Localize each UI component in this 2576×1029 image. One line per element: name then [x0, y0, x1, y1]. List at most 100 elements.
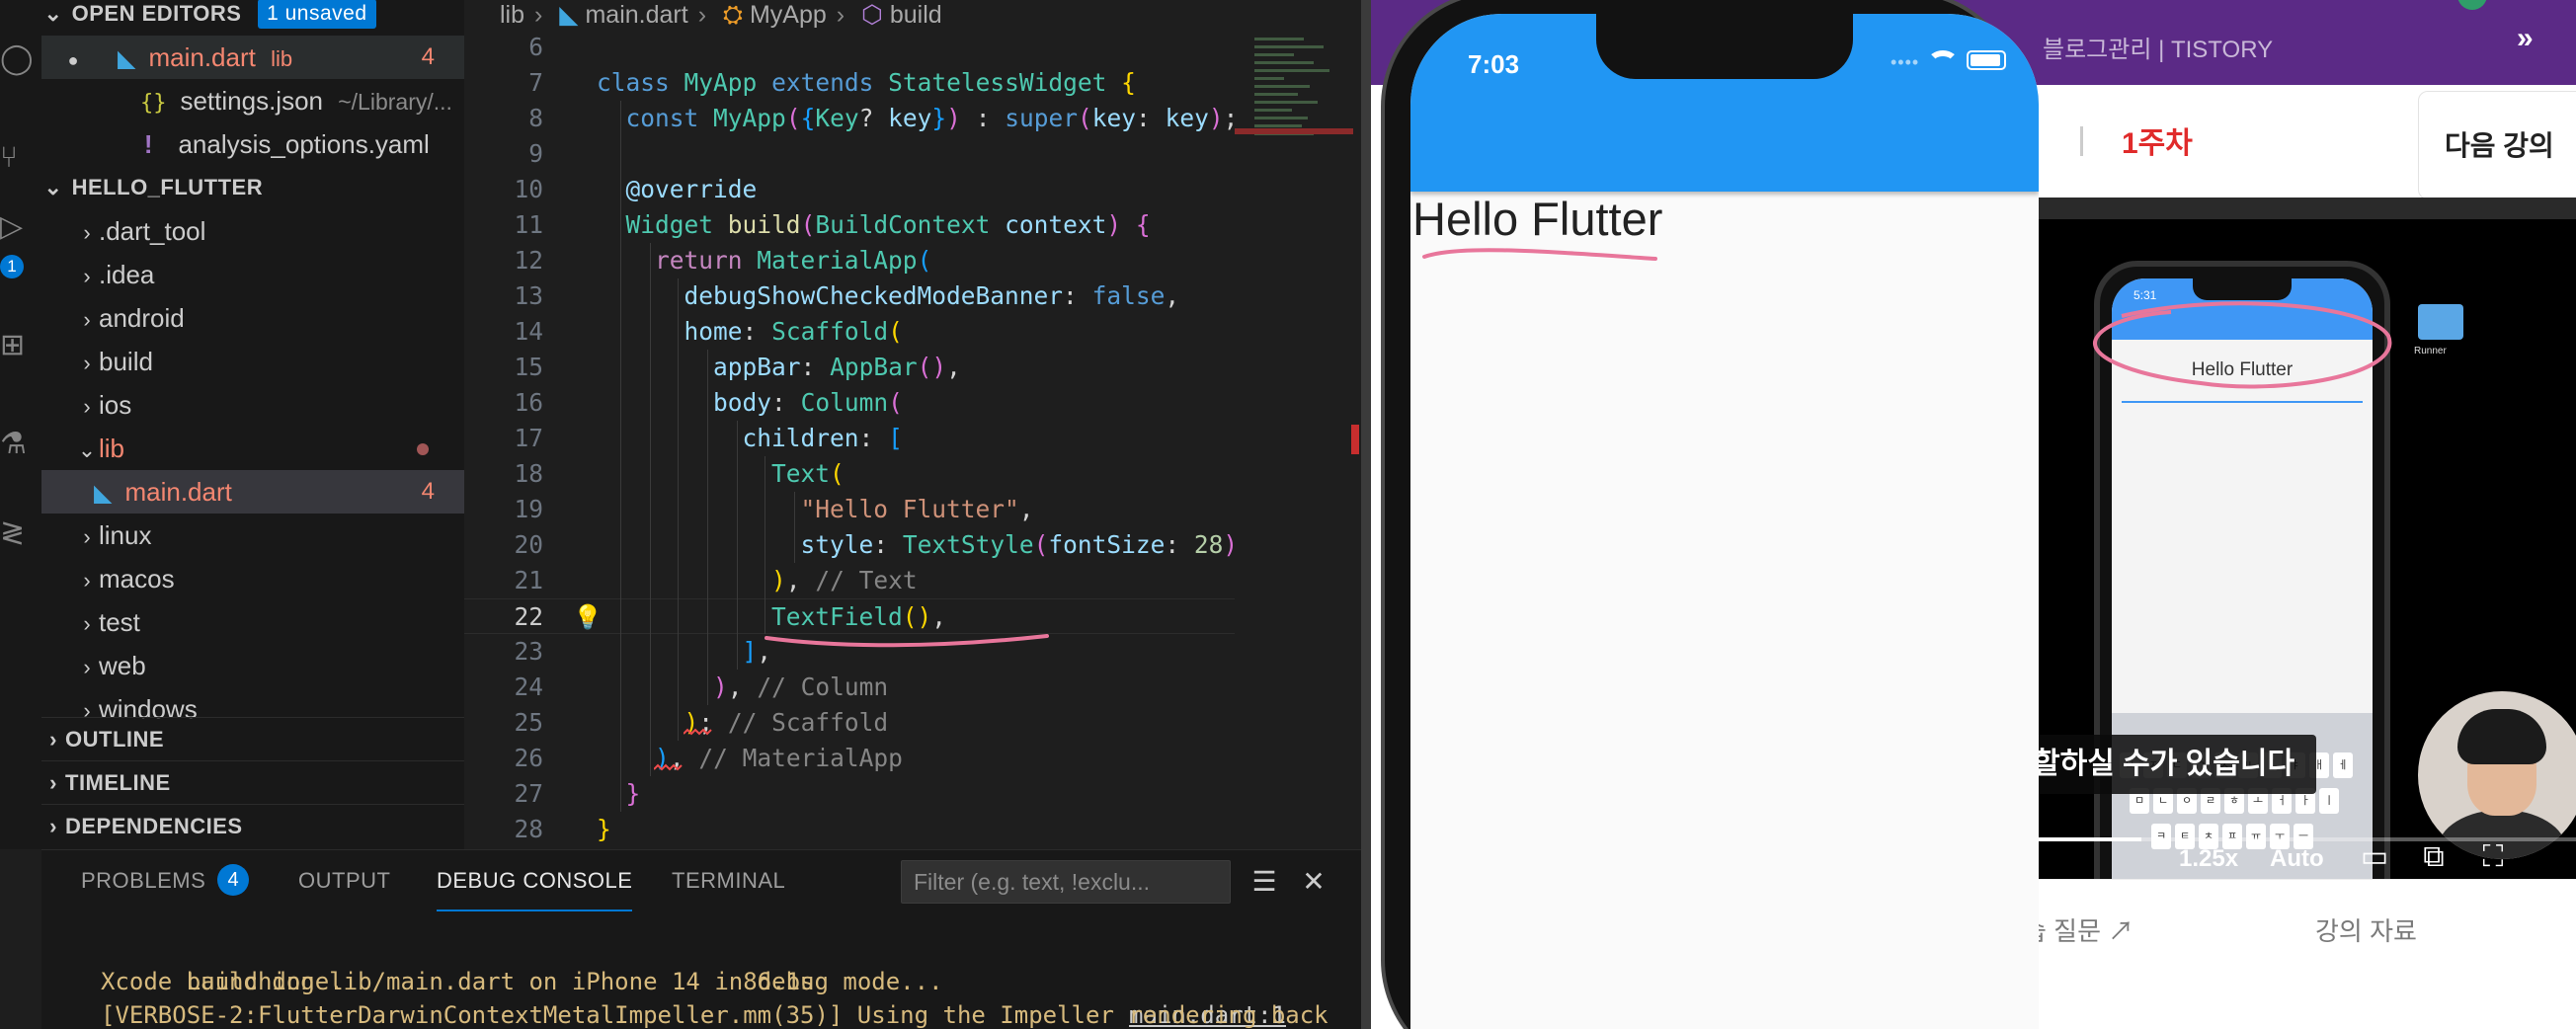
minimap[interactable] — [1235, 30, 1353, 849]
chevron-down-icon: ⌄ — [43, 1, 63, 26]
external-link-icon: ↗ — [2108, 916, 2134, 946]
yaml-file-icon: ! — [143, 129, 153, 159]
word-wrap-icon[interactable]: ☰ — [1247, 864, 1282, 900]
extensions-icon[interactable]: ⊞ — [0, 326, 41, 365]
dart-file-icon: ◣ — [94, 480, 113, 507]
iphone-simulator-screen[interactable]: 7:03 •••• Hello Flutter — [1410, 14, 2039, 1029]
materials-link[interactable]: 강의 자료 — [2315, 911, 2417, 948]
browser-tab-title[interactable]: 블로그관리 | TISTORY — [2043, 30, 2273, 64]
code-line: 26 ), // MaterialApp — [514, 744, 903, 772]
indent-guide — [650, 243, 651, 776]
folder-linux[interactable]: › linux — [41, 514, 464, 557]
folder-ios[interactable]: › ios — [41, 383, 464, 427]
close-icon[interactable]: ✕ — [1296, 864, 1331, 900]
video-caption: 할하실 수가 있습니다 — [2023, 735, 2317, 794]
error-squiggle — [654, 763, 683, 771]
subtitles-icon[interactable]: ▭ — [2357, 839, 2392, 875]
playback-speed[interactable]: 1.25x — [2179, 845, 2238, 873]
video-folder-icon — [2418, 304, 2463, 340]
folder-test[interactable]: › test — [41, 600, 464, 644]
chevron-right-icon: › — [83, 264, 91, 288]
timeline-header[interactable]: › TIMELINE — [41, 760, 464, 804]
problems-badge: 4 — [217, 864, 250, 896]
open-editor-settings-json[interactable]: {} settings.json ~/Library/... — [41, 79, 464, 122]
breadcrumb-class[interactable]: MyApp — [750, 1, 827, 29]
annotation-underline — [765, 634, 1049, 648]
code-line: 19 "Hello Flutter", — [514, 495, 1034, 523]
unsaved-dot-icon[interactable]: ● — [41, 39, 105, 79]
dart-file-icon: ◣ — [559, 1, 579, 29]
folder-dart-tool[interactable]: › .dart_tool — [41, 209, 464, 253]
folder-windows[interactable]: › windows — [41, 687, 464, 721]
video-player[interactable]: 5:31 Hello Flutter ㅂㅈㄷㄱㅅㅛㅕㅑㅐㅔ ㅁㄴㅇㄹㅎㅗㅓㅏㅣ … — [2023, 198, 2576, 879]
tab-debug-console[interactable]: DEBUG CONSOLE — [437, 850, 633, 911]
chevron-right-icon: › — [83, 524, 91, 549]
video-folder-label: Runner — [2414, 346, 2447, 356]
code-line: 8 const MyApp({Key? key}) : super(key: k… — [528, 104, 1239, 132]
bottom-panel: PROBLEMS 4 OUTPUT DEBUG CONSOLE TERMINAL … — [41, 849, 1361, 1029]
folder-macos[interactable]: › macos — [41, 557, 464, 600]
chevron-right-icon: › — [83, 307, 91, 332]
folder-build[interactable]: › build — [41, 340, 464, 383]
dependencies-header[interactable]: › DEPENDENCIES — [41, 804, 464, 847]
tab-overflow-icon[interactable]: » — [2517, 22, 2534, 55]
chevron-right-icon: › — [49, 727, 57, 752]
code-editor[interactable]: 6 7 class MyApp extends StatelessWidget {… — [464, 30, 1361, 849]
activity-bar: ◯ ⑂ ▷ 1 ⊞ ⚗ ≷ — [0, 0, 41, 849]
fullscreen-icon[interactable]: ⛶ — [2475, 839, 2511, 875]
run-debug-icon[interactable]: ▷ — [0, 207, 41, 247]
testing-icon[interactable]: ⚗ — [0, 425, 41, 464]
folder-lib[interactable]: ⌄ lib — [41, 427, 464, 470]
code-line: 7 class MyApp extends StatelessWidget { — [528, 68, 1136, 97]
file-lib-main-dart[interactable]: ◣ main.dart 4 — [41, 470, 464, 514]
chevron-right-icon: › — [83, 611, 91, 636]
modified-dot-icon — [417, 443, 429, 455]
tab-output[interactable]: OUTPUT — [298, 850, 390, 911]
folder-idea[interactable]: › .idea — [41, 253, 464, 296]
open-editor-main-dart[interactable]: ● ◣ main.dart lib 4 — [41, 36, 464, 79]
tab-favicon — [2457, 0, 2487, 10]
code-line: 16 body: Column( — [514, 388, 903, 417]
folder-android[interactable]: › android — [41, 296, 464, 340]
code-line: 18 Text( — [514, 459, 845, 488]
breadcrumb-folder[interactable]: lib — [500, 1, 524, 29]
workspace-header[interactable]: ⌄ HELLO_FLUTTER — [41, 166, 464, 209]
outline-header[interactable]: › OUTLINE — [41, 717, 464, 760]
video-menubar — [2023, 198, 2576, 219]
battery-icon — [1966, 50, 2006, 70]
json-file-icon: {} — [139, 91, 167, 116]
next-lesson-button[interactable]: 다음 강의 — [2418, 91, 2576, 199]
status-icons: •••• — [1891, 47, 2006, 75]
breadcrumb-file[interactable]: main.dart — [585, 1, 687, 29]
qa-link[interactable]: 습 질문 ↗ — [2023, 911, 2133, 948]
class-icon: ⛭ — [722, 1, 743, 29]
console-filter-input[interactable] — [901, 860, 1231, 904]
tab-terminal[interactable]: TERMINAL — [672, 850, 785, 911]
chevron-right-icon: › — [83, 351, 91, 375]
breadcrumb-method[interactable]: build — [890, 1, 942, 29]
code-line: 6 — [528, 33, 543, 61]
run-debug-badge: 1 — [0, 255, 24, 278]
source-control-icon[interactable]: ⑂ — [0, 138, 41, 178]
window-divider — [1361, 0, 1371, 1029]
search-icon[interactable]: ◯ — [0, 40, 41, 79]
video-quality[interactable]: Auto — [2270, 845, 2324, 873]
code-line: 12 return MaterialApp( — [514, 246, 932, 275]
chevron-right-icon: › — [83, 394, 91, 419]
explorer-sidebar: ⌄ OPEN EDITORS 1 unsaved ● ◣ main.dart l… — [41, 0, 464, 849]
wifi-icon — [1926, 50, 1952, 70]
open-editors-header[interactable]: ⌄ OPEN EDITORS 1 unsaved — [41, 0, 464, 36]
annotation-underline — [1422, 248, 1657, 261]
tab-problems[interactable]: PROBLEMS 4 — [81, 850, 250, 911]
week-divider — [2080, 126, 2083, 156]
open-editor-analysis-options[interactable]: ! analysis_options.yaml — [41, 122, 464, 166]
chevron-down-icon: ⌄ — [43, 175, 63, 199]
folder-web[interactable]: › web — [41, 644, 464, 687]
problem-count: 4 — [421, 478, 435, 505]
flutter-icon[interactable]: ≷ — [0, 514, 41, 553]
code-line: 14 home: Scaffold( — [514, 317, 903, 346]
indent-guide — [794, 492, 795, 563]
notch — [1596, 14, 1853, 79]
picture-in-picture-icon[interactable]: ⧉ — [2416, 839, 2452, 875]
video-progress-played[interactable] — [2023, 837, 2141, 841]
